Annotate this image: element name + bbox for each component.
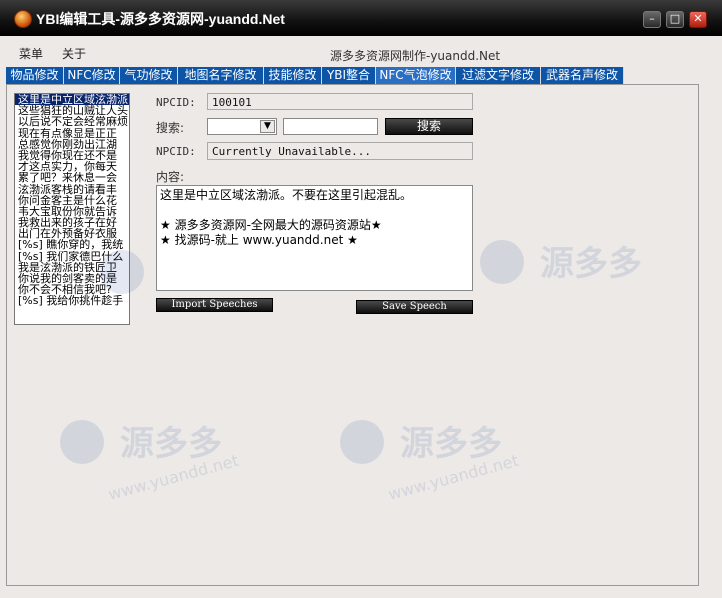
tab-ybi-merge[interactable]: YBI整合 bbox=[322, 67, 376, 84]
menu-item-menu[interactable]: 菜单 bbox=[19, 45, 43, 62]
speech-line: 这里是中立区域泫渤派。不要在这里引起混乱。 bbox=[160, 188, 413, 202]
list-item[interactable]: 泫渤派客栈的请看丰 bbox=[15, 184, 129, 195]
close-button[interactable]: ✕ bbox=[689, 11, 707, 28]
speech-text-area[interactable]: 这里是中立区域泫渤派。不要在这里引起混乱。 ★ 源多多资源网-全网最大的源码资源… bbox=[156, 185, 473, 291]
list-item[interactable]: 我是泫渤派的铁匠卫 bbox=[15, 262, 129, 273]
speech-line: ★ 找源码-就上 www.yuandd.net ★ bbox=[160, 233, 358, 247]
list-item[interactable]: 以后说不定会经常麻烦 bbox=[15, 116, 129, 127]
list-item[interactable]: 你说我的剑客卖的是 bbox=[15, 273, 129, 284]
search-button[interactable]: 搜索 bbox=[385, 118, 473, 135]
list-item[interactable]: 这些猖狂的山贼让人头 bbox=[15, 105, 129, 116]
content-label: 内容: bbox=[156, 170, 185, 184]
list-item[interactable]: [%s] 我给你挑件趁手 bbox=[15, 295, 129, 306]
list-item[interactable]: 总感觉你刚劲出江湖 bbox=[15, 139, 129, 150]
npcid-field[interactable]: 100101 bbox=[207, 93, 473, 110]
app-icon bbox=[14, 10, 32, 28]
save-speech-button[interactable]: Save Speech bbox=[356, 300, 473, 314]
list-item[interactable]: 出门在外预备好衣服 bbox=[15, 228, 129, 239]
chevron-down-icon[interactable]: ▼ bbox=[260, 120, 275, 133]
search-label: 搜索: bbox=[156, 121, 185, 135]
tab-map-name-edit[interactable]: 地图名字修改 bbox=[178, 67, 264, 84]
tab-filter-text-edit[interactable]: 过滤文字修改 bbox=[456, 67, 541, 84]
list-item[interactable]: 这里是中立区域泫渤派 bbox=[15, 94, 129, 106]
tab-weapon-fame-edit[interactable]: 武器名声修改 bbox=[541, 67, 624, 84]
menu-bar: 菜单 关于 源多多资源网制作-yuandd.Net bbox=[0, 36, 722, 66]
speech-list[interactable]: 这里是中立区域泫渤派 这些猖狂的山贼让人头 以后说不定会经常麻烦 现在有点像显是… bbox=[14, 93, 130, 325]
list-item[interactable]: 才这点实力，你每天 bbox=[15, 161, 129, 172]
speech-line bbox=[160, 203, 469, 218]
title-bar: YBI编辑工具-源多多资源网-yuandd.Net – □ ✕ bbox=[0, 0, 722, 37]
menu-item-about[interactable]: 关于 bbox=[62, 45, 86, 62]
list-item[interactable]: [%s] 我们家德巴什么 bbox=[15, 251, 129, 262]
list-item[interactable]: 韦大宝取份你就告诉 bbox=[15, 206, 129, 217]
import-speeches-button[interactable]: Import Speeches bbox=[156, 298, 273, 312]
tab-nfc-edit[interactable]: NFC修改 bbox=[64, 67, 120, 84]
window-title: YBI编辑工具-源多多资源网-yuandd.Net bbox=[36, 11, 285, 27]
list-item[interactable]: 我觉得你现在还不是 bbox=[15, 150, 129, 161]
tab-qigong-edit[interactable]: 气功修改 bbox=[120, 67, 178, 84]
maximize-button[interactable]: □ bbox=[666, 11, 684, 28]
credit-text: 源多多资源网制作-yuandd.Net bbox=[330, 49, 501, 63]
list-item[interactable]: [%s] 瞧你穿的，我统 bbox=[15, 239, 129, 250]
list-item[interactable]: 累了吧？来休息一会 bbox=[15, 172, 129, 183]
search-combo[interactable]: ▼ bbox=[207, 118, 277, 135]
list-item[interactable]: 我救出来的孩子在好 bbox=[15, 217, 129, 228]
search-input[interactable] bbox=[283, 118, 378, 135]
list-item[interactable]: 你不会不相信我吧? bbox=[15, 284, 129, 295]
minimize-button[interactable]: – bbox=[643, 11, 661, 28]
npc-name-field[interactable]: Currently Unavailable... bbox=[207, 142, 473, 160]
tab-item-edit[interactable]: 物品修改 bbox=[6, 67, 64, 84]
tab-skill-edit[interactable]: 技能修改 bbox=[264, 67, 322, 84]
list-item[interactable]: 现在有点像显是正正 bbox=[15, 128, 129, 139]
npcid-label-secondary: NPCID: bbox=[156, 145, 196, 158]
npcid-label: NPCID: bbox=[156, 96, 196, 109]
list-item[interactable]: 你问金客主是什么花 bbox=[15, 195, 129, 206]
speech-line: ★ 源多多资源网-全网最大的源码资源站★ bbox=[160, 218, 382, 232]
tab-nfc-bubble-edit[interactable]: NFC气泡修改 bbox=[376, 67, 456, 84]
